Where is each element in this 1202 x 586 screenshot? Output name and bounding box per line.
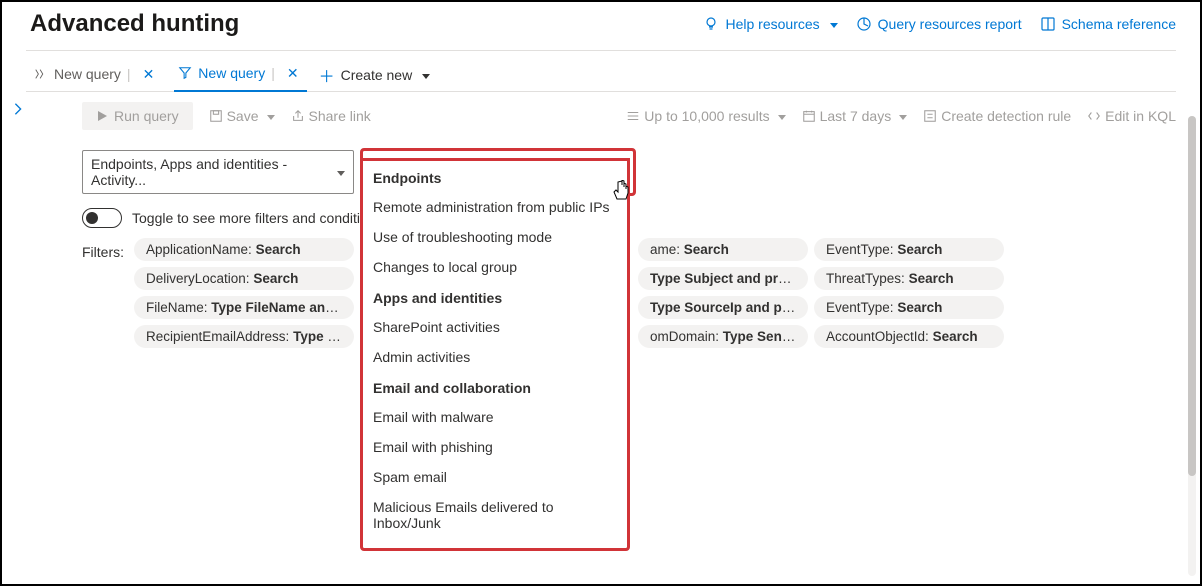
tab-label: New query bbox=[198, 65, 265, 81]
dropdown-group-endpoints: Endpoints bbox=[363, 162, 627, 192]
lightbulb-icon bbox=[703, 16, 719, 32]
filter-pill-eventtype-2[interactable]: EventType: Search bbox=[814, 296, 1004, 319]
more-filters-toggle[interactable] bbox=[82, 208, 122, 228]
tab-divider: | bbox=[271, 65, 275, 81]
help-resources-link[interactable]: Help resources bbox=[703, 16, 837, 32]
filter-pill-applicationname[interactable]: ApplicationName: Search bbox=[134, 238, 354, 261]
filter-icon bbox=[178, 66, 192, 80]
create-detection-rule-button[interactable]: Create detection rule bbox=[923, 108, 1071, 124]
toggle-label: Toggle to see more filters and condition… bbox=[132, 210, 383, 226]
list-icon bbox=[626, 109, 640, 123]
play-icon bbox=[96, 110, 108, 122]
filter-pill-fromdomain[interactable]: omDomain: Type Sende... bbox=[638, 325, 808, 348]
guided-icon bbox=[34, 67, 48, 81]
filters-section: Filters: ApplicationName: Search ame: Se… bbox=[82, 238, 1176, 348]
dropdown-item-admin-activities[interactable]: Admin activities bbox=[363, 342, 627, 372]
filter-pill-partial-name[interactable]: ame: Search bbox=[638, 238, 808, 261]
tab-new-query-1[interactable]: New query | ✕ bbox=[30, 60, 162, 91]
dropdown-item-local-group[interactable]: Changes to local group bbox=[363, 252, 627, 282]
filter-pill-accountobjectid[interactable]: AccountObjectId: Search bbox=[814, 325, 1004, 348]
chevron-down-icon bbox=[263, 108, 275, 124]
chevron-down-icon bbox=[826, 16, 838, 32]
share-label: Share link bbox=[309, 108, 371, 124]
filters-toggle-row: Toggle to see more filters and condition… bbox=[82, 208, 1176, 228]
page-header: Advanced hunting Help resources Query re… bbox=[2, 2, 1200, 50]
dropdown-item-email-malware[interactable]: Email with malware bbox=[363, 402, 627, 432]
tabs-bar: New query | ✕ New query | ✕ ＋ Create new bbox=[2, 51, 1200, 91]
save-button[interactable]: Save bbox=[209, 108, 275, 124]
run-query-label: Run query bbox=[114, 108, 179, 124]
chevron-down-icon bbox=[895, 108, 907, 124]
run-query-button[interactable]: Run query bbox=[82, 102, 193, 130]
code-icon bbox=[1087, 109, 1101, 123]
app-frame: Advanced hunting Help resources Query re… bbox=[0, 0, 1202, 586]
chevron-down-icon bbox=[418, 67, 430, 83]
share-link-button[interactable]: Share link bbox=[291, 108, 371, 124]
dropdown-group-email-collab: Email and collaboration bbox=[363, 372, 627, 402]
dropdown-item-remote-admin[interactable]: Remote administration from public IPs bbox=[363, 192, 627, 222]
vertical-scrollbar[interactable] bbox=[1188, 116, 1196, 576]
detection-rule-label: Create detection rule bbox=[941, 108, 1071, 124]
chevron-right-icon bbox=[11, 102, 25, 116]
plus-icon: ＋ bbox=[319, 63, 335, 87]
help-resources-label: Help resources bbox=[725, 16, 819, 32]
edit-in-kql-button[interactable]: Edit in KQL bbox=[1087, 108, 1176, 124]
tab-new-query-2[interactable]: New query | ✕ bbox=[174, 59, 306, 92]
filter-pill-deliverylocation[interactable]: DeliveryLocation: Search bbox=[134, 267, 354, 290]
book-icon bbox=[1040, 16, 1056, 32]
filter-pill-filename[interactable]: FileName: Type FileName and pr... bbox=[134, 296, 354, 319]
filter-pill-threattypes[interactable]: ThreatTypes: Search bbox=[814, 267, 1004, 290]
share-icon bbox=[291, 109, 305, 123]
close-tab-icon[interactable]: ✕ bbox=[139, 66, 159, 83]
edit-kql-label: Edit in KQL bbox=[1105, 108, 1176, 124]
create-new-label: Create new bbox=[341, 67, 413, 83]
rule-icon bbox=[923, 109, 937, 123]
scope-select-value: Endpoints, Apps and identities - Activit… bbox=[91, 156, 333, 188]
close-tab-icon[interactable]: ✕ bbox=[283, 65, 303, 82]
results-limit-dropdown[interactable]: Up to 10,000 results bbox=[626, 108, 785, 124]
results-limit-label: Up to 10,000 results bbox=[644, 108, 769, 124]
query-toolbar: Run query Save Share link Up to 10,000 r… bbox=[82, 102, 1176, 130]
chevron-down-icon bbox=[774, 108, 786, 124]
dropdown-item-spam-email[interactable]: Spam email bbox=[363, 462, 627, 492]
filter-pill-sourceip[interactable]: Type SourceIp and pre... bbox=[638, 296, 808, 319]
scrollbar-thumb[interactable] bbox=[1188, 116, 1196, 476]
side-expand-button[interactable] bbox=[2, 92, 34, 348]
save-label: Save bbox=[227, 108, 259, 124]
schema-reference-link[interactable]: Schema reference bbox=[1040, 16, 1176, 32]
dropdown-item-malicious-inbox[interactable]: Malicious Emails delivered to Inbox/Junk bbox=[363, 492, 627, 538]
filter-pill-eventtype[interactable]: EventType: Search bbox=[814, 238, 1004, 261]
dropdown-item-troubleshooting[interactable]: Use of troubleshooting mode bbox=[363, 222, 627, 252]
selects-row: Endpoints, Apps and identities - Activit… bbox=[82, 150, 1176, 194]
query-resources-report-label: Query resources report bbox=[878, 16, 1022, 32]
schema-reference-label: Schema reference bbox=[1062, 16, 1176, 32]
time-range-label: Last 7 days bbox=[820, 108, 892, 124]
filter-pill-recipientemail[interactable]: RecipientEmailAddress: Type Rec... bbox=[134, 325, 354, 348]
report-icon bbox=[856, 16, 872, 32]
sample-queries-dropdown: Endpoints Remote administration from pub… bbox=[362, 160, 628, 549]
calendar-icon bbox=[802, 109, 816, 123]
chevron-down-icon bbox=[333, 164, 345, 180]
query-resources-report-link[interactable]: Query resources report bbox=[856, 16, 1022, 32]
save-icon bbox=[209, 109, 223, 123]
dropdown-item-sharepoint[interactable]: SharePoint activities bbox=[363, 312, 627, 342]
create-new-tab-button[interactable]: ＋ Create new bbox=[319, 63, 431, 87]
page-title: Advanced hunting bbox=[30, 10, 239, 38]
scope-select[interactable]: Endpoints, Apps and identities - Activit… bbox=[82, 150, 354, 194]
header-actions: Help resources Query resources report Sc… bbox=[703, 16, 1176, 32]
dropdown-group-apps-identities: Apps and identities bbox=[363, 282, 627, 312]
filter-pill-subject[interactable]: Type Subject and press ... bbox=[638, 267, 808, 290]
tab-divider: | bbox=[127, 66, 131, 82]
dropdown-item-email-phishing[interactable]: Email with phishing bbox=[363, 432, 627, 462]
tab-label: New query bbox=[54, 66, 121, 82]
time-range-dropdown[interactable]: Last 7 days bbox=[802, 108, 908, 124]
filters-label: Filters: bbox=[82, 238, 124, 260]
